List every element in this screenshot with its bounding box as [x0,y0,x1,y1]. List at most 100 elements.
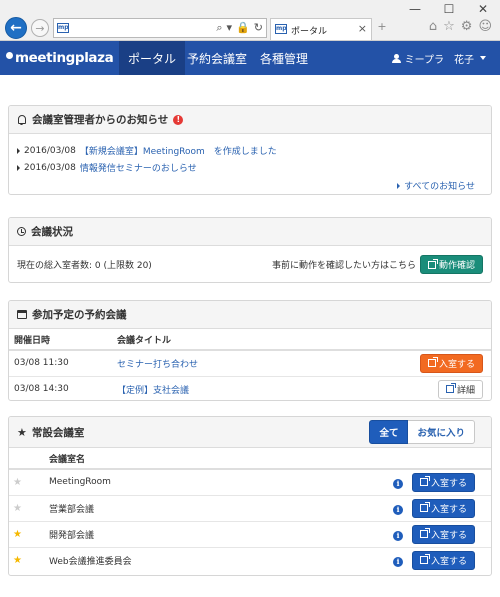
clock-icon [17,227,26,236]
back-button[interactable]: ← [5,17,27,39]
check-group: 事前に動作を確認したい方はこちら 動作確認 [272,255,483,274]
header-datetime: 開催日時 [9,329,117,351]
table-row: 03/08 11:30 セミナー打ち合わせ 入室する [9,350,491,377]
meeting-datetime: 03/08 11:30 [9,350,117,377]
filter-favorites-button[interactable]: お気に入り [408,420,475,444]
address-bar[interactable]: mp ⌕ ▾ 🔒 ↻ [53,18,267,38]
browser-tab[interactable]: mp ポータル × [270,18,372,40]
external-link-icon [419,502,430,512]
favorites-star-icon[interactable]: ☆ [443,19,455,34]
details-button[interactable]: 詳細 [437,379,483,399]
enter-button-label: 入室する [430,478,467,489]
user-menu[interactable]: ミープラ 花子 [391,41,486,75]
header-room-name: 会議室名 [49,448,252,470]
external-link-icon [419,554,430,565]
user-name: ミープラ 花子 [404,54,474,66]
info-icon[interactable]: i [393,504,404,515]
external-link-icon [427,357,438,368]
meeting-datetime: 03/08 14:30 [14,384,69,395]
close-window-button[interactable]: ✕ [466,0,500,18]
caret-down-icon [480,56,486,60]
notice-date: 2016/03/08 [24,145,76,156]
nav-portal[interactable]: ポータル [119,41,186,75]
nav-reserved-rooms[interactable]: 予約会議室 [178,41,256,75]
nav-management[interactable]: 各種管理 [251,41,317,75]
upcoming-title: 参加予定の予約会議 [32,309,127,321]
filter-all-button[interactable]: 全て [369,420,409,444]
external-link-icon [445,383,456,394]
favorite-star-icon[interactable]: ★ [13,477,22,488]
table-header-row: 会議室名 [9,448,491,470]
star-icon: ★ [17,425,27,439]
enter-button-label: 入室する [438,359,475,370]
notices-title: 会議室管理者からのお知らせ [32,114,169,126]
info-icon[interactable]: i [393,556,404,567]
upcoming-panel: 参加予定の予約会議 開催日時 会議タイトル 03/08 11:30 セミナー打ち… [8,300,492,401]
external-link-icon [427,258,438,269]
rooms-filter-toggle: 全て お気に入り [369,420,475,444]
minimize-button[interactable]: — [398,0,432,18]
all-notices-label: すべてのお知らせ [404,182,475,192]
app-logo[interactable]: meetingplaza [6,49,114,67]
notice-item: 2016/03/08 情報発信セミナーのおしらせ [17,159,483,176]
status-panel: 会議状況 現在の総入室者数: 0 (上限数 20) 事前に動作を確認したい方はこ… [8,217,492,283]
enter-button-label: 入室する [430,556,467,567]
bell-icon [17,114,27,125]
lock-icon[interactable]: 🔒 [236,21,250,35]
favorite-star-icon[interactable]: ★ [13,555,22,566]
meeting-title-link[interactable]: 【定例】支社会議 [117,386,189,396]
maximize-button[interactable]: ☐ [432,0,466,18]
favorite-star-icon[interactable]: ★ [13,503,22,514]
status-header: 会議状況 [9,218,491,246]
enter-room-button[interactable]: 入室する [411,550,475,570]
details-button-label: 詳細 [456,385,475,396]
info-icon[interactable]: i [393,530,404,541]
external-link-icon [419,528,430,538]
table-header-row: 開催日時 会議タイトル [9,329,491,351]
table-row: ★ MeetingRoom i 入室する [9,469,491,496]
app-navbar: meetingplaza ポータル 予約会議室 各種管理 ミープラ 花子 [0,41,500,75]
table-row: ★ 営業部会議 i 入室する [9,495,491,522]
refresh-icon[interactable]: ↻ [254,21,263,35]
forward-button[interactable]: → [31,19,49,37]
search-icon[interactable]: ⌕ [216,21,222,35]
table-row: ★ Web会議推進委員会 i 入室する [9,547,491,573]
enter-room-button[interactable]: 入室する [411,472,475,492]
browser-chrome: — ☐ ✕ ← → mp ⌕ ▾ 🔒 ↻ mp ポータル × + ⌂ ☆ ⚙ ☺ [0,0,500,41]
enter-room-button[interactable]: 入室する [411,498,475,518]
check-operation-button[interactable]: 動作確認 [419,255,483,274]
user-icon [391,53,401,63]
external-link-icon [419,476,430,487]
upcoming-header: 参加予定の予約会議 [9,301,491,329]
enter-room-button[interactable]: 入室する [411,524,475,544]
notices-panel: 会議室管理者からのお知らせ ! 2016/03/08 【新規会議室】Meetin… [8,105,492,195]
meeting-title-link[interactable]: セミナー打ち合わせ [117,360,198,370]
enter-room-button[interactable]: 入室する [419,353,483,373]
feedback-smiley-icon[interactable]: ☺ [478,19,492,34]
logo-text: meetingplaza [15,50,114,66]
notice-link[interactable]: 情報発信セミナーのおしらせ [80,161,197,174]
notices-header: 会議室管理者からのお知らせ ! [9,106,491,134]
bullet-icon [17,147,20,154]
header-title: 会議タイトル [117,329,317,351]
close-tab-icon[interactable]: × [358,22,367,35]
rooms-table: 会議室名 ★ MeetingRoom i 入室する ★ 営業部会議 i 入室する [9,448,491,573]
notice-link[interactable]: 【新規会議室】MeetingRoom を作成しました [80,144,277,157]
new-tab-button[interactable]: + [374,20,390,36]
table-row: 03/08 14:30 【定例】支社会議 詳細 [9,376,491,400]
settings-gear-icon[interactable]: ⚙ [461,19,473,34]
all-notices-link[interactable]: すべてのお知らせ [397,179,475,192]
check-button-label: 動作確認 [438,261,475,271]
dropdown-icon[interactable]: ▾ [227,21,233,35]
upcoming-table: 開催日時 会議タイトル 03/08 11:30 セミナー打ち合わせ 入室する 0… [9,329,491,400]
room-name: 開発部会議 [49,521,252,548]
home-icon[interactable]: ⌂ [429,19,437,34]
site-favicon-icon: mp [57,23,69,33]
info-icon[interactable]: i [393,478,404,489]
room-name: Web会議推進委員会 [49,556,132,567]
bullet-icon [397,182,401,189]
calendar-icon [17,310,27,319]
enter-button-label: 入室する [430,530,467,541]
favorite-star-icon[interactable]: ★ [13,529,22,540]
room-name: 営業部会議 [49,495,252,522]
